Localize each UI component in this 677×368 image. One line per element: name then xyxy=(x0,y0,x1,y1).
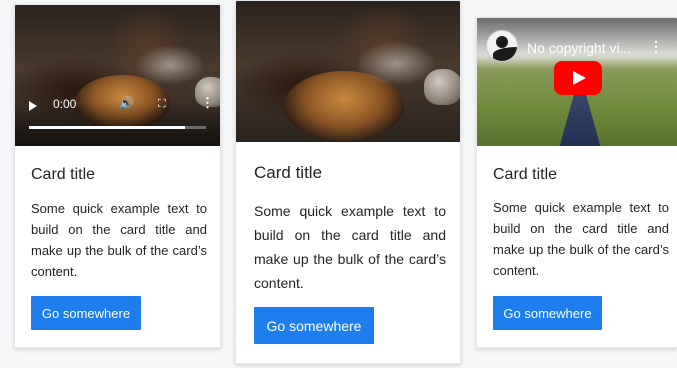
card-title: Card title xyxy=(493,166,558,183)
video-controls xyxy=(15,102,220,146)
go-somewhere-button[interactable]: Go somewhere xyxy=(254,307,374,344)
card-title: Card title xyxy=(254,163,323,182)
video-progress-bar[interactable] xyxy=(29,126,206,129)
video-progress-fill xyxy=(29,126,185,129)
steam-image xyxy=(135,45,205,85)
card-video[interactable]: 0:00 🔊 ⛶ ⋮ xyxy=(15,5,220,146)
card-text: Some quick example text to build on the … xyxy=(493,200,669,278)
video-time: 0:00 xyxy=(53,97,77,111)
card: No copyright vi... ⋮ Card title Some qui… xyxy=(476,17,677,348)
card-title: Card title xyxy=(31,166,96,183)
more-options-icon[interactable]: ⋮ xyxy=(201,96,214,110)
fullscreen-icon[interactable]: ⛶ xyxy=(158,97,166,111)
card-text: Some quick example text to build on the … xyxy=(31,201,207,279)
card: 0:00 🔊 ⛶ ⋮ Card title Some quick example… xyxy=(14,4,221,348)
card-image xyxy=(236,1,460,142)
card-text: Some quick example text to build on the … xyxy=(254,203,446,291)
youtube-embed[interactable]: No copyright vi... ⋮ xyxy=(477,18,677,146)
go-somewhere-button[interactable]: Go somewhere xyxy=(493,296,602,330)
play-icon[interactable] xyxy=(29,101,37,111)
youtube-video-title[interactable]: No copyright vi... xyxy=(527,40,631,56)
channel-avatar-icon[interactable] xyxy=(486,30,518,62)
youtube-play-icon[interactable] xyxy=(554,61,602,95)
volume-icon[interactable]: 🔊 xyxy=(119,96,134,110)
steam-image xyxy=(356,41,436,86)
go-somewhere-button[interactable]: Go somewhere xyxy=(31,296,141,330)
card: Card title Some quick example text to bu… xyxy=(235,0,461,364)
more-options-icon[interactable]: ⋮ xyxy=(649,38,663,55)
